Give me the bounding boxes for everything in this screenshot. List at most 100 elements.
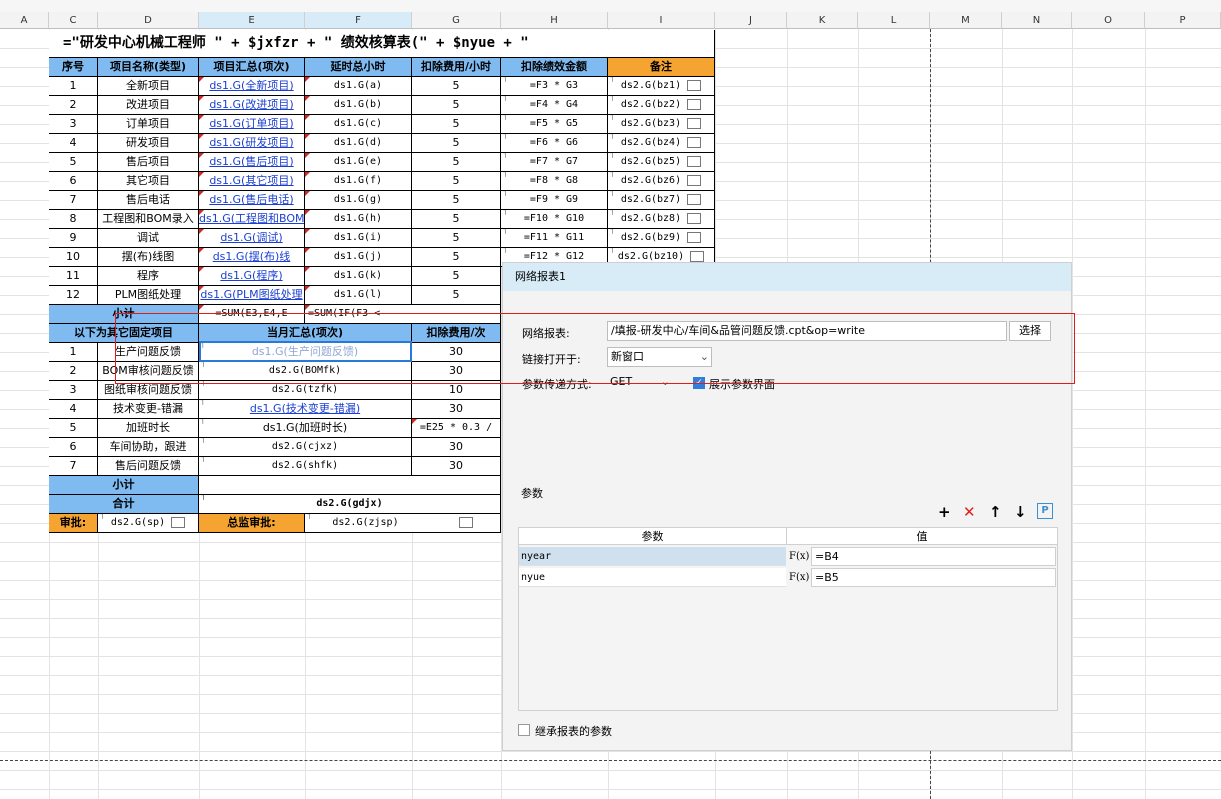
fixed-row-no[interactable]: 1: [49, 343, 98, 362]
column-header-g[interactable]: G: [412, 12, 501, 29]
fx-icon[interactable]: F(x): [789, 568, 809, 587]
approve-label[interactable]: 审批:: [49, 514, 98, 533]
checkbox-icon[interactable]: [687, 79, 702, 91]
row-formula[interactable]: =F11 * G11: [501, 229, 608, 248]
param-icon[interactable]: P: [1037, 503, 1053, 519]
column-header-h[interactable]: H: [501, 12, 608, 29]
column-header-f[interactable]: F: [305, 12, 412, 29]
row-rate[interactable]: 5: [412, 153, 501, 172]
checkbox-icon[interactable]: [687, 193, 702, 205]
column-header-j[interactable]: J: [715, 12, 787, 29]
row-formula[interactable]: =F8 * G8: [501, 172, 608, 191]
fixed-row-summary[interactable]: ds1.G(加班时长): [199, 419, 412, 438]
fixed-row-rate[interactable]: =E25 * 0.3 /: [412, 419, 501, 438]
checkbox-icon[interactable]: [171, 516, 186, 528]
fixed-row-name[interactable]: 车间协助，跟进: [98, 438, 199, 457]
row-delay[interactable]: ds1.G(c): [305, 115, 412, 134]
total-value[interactable]: ds2.G(gdjx): [199, 495, 501, 514]
header-delay[interactable]: 延时总小时: [305, 58, 412, 77]
row-name[interactable]: 摆(布)线图: [98, 248, 199, 267]
header-deduct-hour[interactable]: 扣除费用/小时: [412, 58, 501, 77]
move-down-icon[interactable]: ↓: [1014, 503, 1027, 521]
fixed-row-summary[interactable]: ds2.G(cjxz): [199, 438, 412, 457]
fixed-row-no[interactable]: 5: [49, 419, 98, 438]
row-rate[interactable]: 5: [412, 172, 501, 191]
row-no[interactable]: 8: [49, 210, 98, 229]
row-name[interactable]: 全新项目: [98, 77, 199, 96]
add-icon[interactable]: +: [938, 503, 951, 521]
row-rate[interactable]: 5: [412, 96, 501, 115]
row-summary[interactable]: ds1.G(工程图和BOM: [199, 210, 305, 229]
header-no[interactable]: 序号: [49, 58, 98, 77]
subtotal2-label[interactable]: 小计: [49, 476, 199, 495]
column-header-m[interactable]: M: [930, 12, 1002, 29]
approve-value[interactable]: ds2.G(sp): [98, 514, 199, 533]
row-delay[interactable]: ds1.G(i): [305, 229, 412, 248]
checkbox-icon[interactable]: [687, 212, 702, 224]
checkbox-icon[interactable]: [687, 155, 702, 167]
checkbox-icon[interactable]: [687, 117, 702, 129]
row-rate[interactable]: 5: [412, 267, 501, 286]
row-no[interactable]: 9: [49, 229, 98, 248]
column-header-d[interactable]: D: [98, 12, 199, 29]
checkbox-icon[interactable]: [687, 231, 702, 243]
row-formula[interactable]: =F4 * G4: [501, 96, 608, 115]
fixed-row-rate[interactable]: 30: [412, 400, 501, 419]
fixed-row-name[interactable]: 售后问题反馈: [98, 457, 199, 476]
row-no[interactable]: 5: [49, 153, 98, 172]
row-remark[interactable]: ds2.G(bz7): [608, 191, 715, 210]
row-no[interactable]: 3: [49, 115, 98, 134]
column-header-c[interactable]: C: [49, 12, 98, 29]
column-header-l[interactable]: L: [858, 12, 930, 29]
title-formula-cell[interactable]: ="研发中心机械工程师 " + $jxfzr + " 绩效核算表(" + $ny…: [49, 30, 715, 58]
delete-icon[interactable]: ✕: [963, 503, 976, 521]
row-formula[interactable]: =F6 * G6: [501, 134, 608, 153]
header-deduct-amount[interactable]: 扣除绩效金额: [501, 58, 608, 77]
row-delay[interactable]: ds1.G(k): [305, 267, 412, 286]
row-summary[interactable]: ds1.G(研发项目): [199, 134, 305, 153]
row-delay[interactable]: ds1.G(j): [305, 248, 412, 267]
row-remark[interactable]: ds2.G(bz6): [608, 172, 715, 191]
row-rate[interactable]: 5: [412, 286, 501, 305]
row-rate[interactable]: 5: [412, 77, 501, 96]
row-no[interactable]: 1: [49, 77, 98, 96]
fixed-row-no[interactable]: 7: [49, 457, 98, 476]
fx-icon[interactable]: F(x): [789, 547, 809, 566]
column-header-i[interactable]: I: [608, 12, 715, 29]
row-summary[interactable]: ds1.G(订单项目): [199, 115, 305, 134]
row-remark[interactable]: ds2.G(bz1): [608, 77, 715, 96]
fixed-row-summary[interactable]: ds2.G(shfk): [199, 457, 412, 476]
row-name[interactable]: 程序: [98, 267, 199, 286]
fixed-row-rate[interactable]: 30: [412, 457, 501, 476]
row-remark[interactable]: ds2.G(bz5): [608, 153, 715, 172]
row-remark[interactable]: ds2.G(bz9): [608, 229, 715, 248]
row-formula[interactable]: =F7 * G7: [501, 153, 608, 172]
row-formula[interactable]: =F5 * G5: [501, 115, 608, 134]
fixed-row-no[interactable]: 2: [49, 362, 98, 381]
row-name[interactable]: 其它项目: [98, 172, 199, 191]
row-formula[interactable]: =F9 * G9: [501, 191, 608, 210]
column-header-a[interactable]: A: [0, 12, 49, 29]
row-name[interactable]: 工程图和BOM录入: [98, 210, 199, 229]
row-summary[interactable]: ds1.G(调试): [199, 229, 305, 248]
row-summary[interactable]: ds1.G(程序): [199, 267, 305, 286]
column-header-e[interactable]: E: [199, 12, 305, 29]
inherit-params-checkbox[interactable]: [518, 724, 530, 736]
row-remark[interactable]: ds2.G(bz3): [608, 115, 715, 134]
row-rate[interactable]: 5: [412, 229, 501, 248]
fixed-row-name[interactable]: 加班时长: [98, 419, 199, 438]
move-up-icon[interactable]: ↑: [989, 503, 1002, 521]
fixed-row-no[interactable]: 6: [49, 438, 98, 457]
row-rate[interactable]: 5: [412, 210, 501, 229]
row-no[interactable]: 4: [49, 134, 98, 153]
checkbox-icon[interactable]: [687, 136, 702, 148]
row-delay[interactable]: ds1.G(b): [305, 96, 412, 115]
row-rate[interactable]: 5: [412, 134, 501, 153]
column-header-k[interactable]: K: [787, 12, 858, 29]
checkbox-icon[interactable]: [458, 516, 473, 528]
row-name[interactable]: PLM图纸处理: [98, 286, 199, 305]
row-no[interactable]: 10: [49, 248, 98, 267]
row-no[interactable]: 12: [49, 286, 98, 305]
header-name[interactable]: 项目名称(类型): [98, 58, 199, 77]
param-row-value[interactable]: =B5: [811, 568, 1056, 587]
